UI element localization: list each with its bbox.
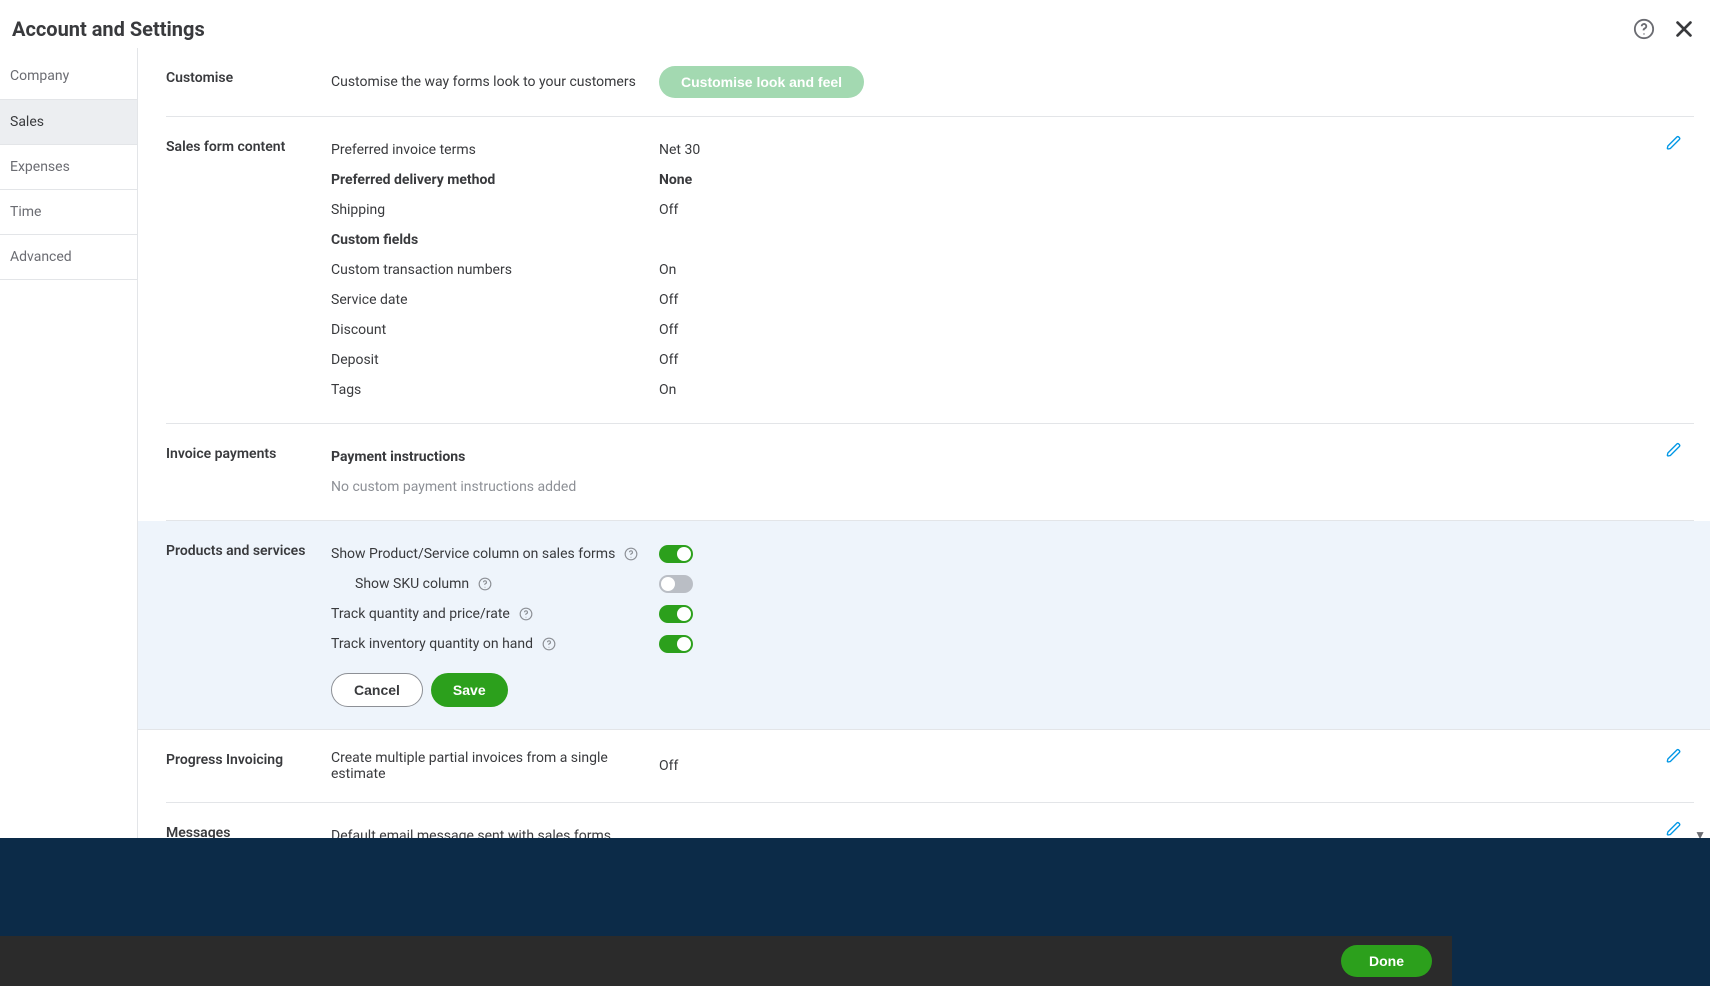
customise-look-button[interactable]: Customise look and feel xyxy=(659,66,864,98)
row-label: Create multiple partial invoices from a … xyxy=(331,750,659,782)
row-label: Tags xyxy=(331,382,659,398)
row-value: Off xyxy=(659,758,678,774)
section-title: Sales form content xyxy=(166,135,331,405)
cancel-button[interactable]: Cancel xyxy=(331,673,423,707)
section-products-services: Products and services Show Product/Servi… xyxy=(138,521,1710,730)
help-icon[interactable] xyxy=(1630,15,1658,43)
section-messages: Messages Default email message sent with… xyxy=(166,803,1694,838)
row-label: Show SKU column xyxy=(331,576,659,592)
row-value: Off xyxy=(659,202,678,218)
footer-bar: Done xyxy=(0,936,1452,986)
row-label: Discount xyxy=(331,322,659,338)
help-icon[interactable] xyxy=(623,546,639,562)
save-button[interactable]: Save xyxy=(431,673,508,707)
sidebar-item-sales[interactable]: Sales xyxy=(0,99,137,145)
row-value: Off xyxy=(659,352,678,368)
header: Account and Settings xyxy=(0,0,1710,48)
section-title: Progress Invoicing xyxy=(166,748,331,784)
payment-instructions-subtext: No custom payment instructions added xyxy=(331,479,576,495)
row-label: Track inventory quantity on hand xyxy=(331,636,659,652)
row-label: Preferred invoice terms xyxy=(331,142,659,158)
subheading-custom-fields: Custom fields xyxy=(331,232,659,248)
sidebar-item-company[interactable]: Company xyxy=(0,54,137,99)
section-customise: Customise Customise the way forms look t… xyxy=(166,48,1694,117)
row-label: Deposit xyxy=(331,352,659,368)
done-button[interactable]: Done xyxy=(1341,945,1432,977)
edit-icon[interactable] xyxy=(1664,746,1684,766)
toggle-track-qty[interactable] xyxy=(659,605,693,623)
toggle-show-product-column[interactable] xyxy=(659,545,693,563)
sidebar: Company Sales Expenses Time Advanced xyxy=(0,48,138,838)
row-label: Service date xyxy=(331,292,659,308)
row-label: Show Product/Service column on sales for… xyxy=(331,546,659,562)
row-value: Off xyxy=(659,292,678,308)
sidebar-item-time[interactable]: Time xyxy=(0,190,137,235)
payment-instructions-heading: Payment instructions xyxy=(331,449,659,465)
toggle-track-inventory[interactable] xyxy=(659,635,693,653)
row-label: Track quantity and price/rate xyxy=(331,606,659,622)
content-scroll[interactable]: Customise Customise the way forms look t… xyxy=(138,48,1710,838)
chevron-down-icon[interactable]: ▼ xyxy=(1694,828,1706,838)
section-title: Invoice payments xyxy=(166,442,331,502)
row-label: Preferred delivery method xyxy=(331,172,659,188)
section-invoice-payments: Invoice payments Payment instructions No… xyxy=(166,424,1694,521)
section-title: Customise xyxy=(166,66,331,98)
help-icon[interactable] xyxy=(477,576,493,592)
row-value: On xyxy=(659,382,676,398)
row-label: Default email message sent with sales fo… xyxy=(331,828,611,838)
row-label: Custom transaction numbers xyxy=(331,262,659,278)
page-title: Account and Settings xyxy=(12,17,205,41)
toggle-show-sku[interactable] xyxy=(659,575,693,593)
row-value: None xyxy=(659,172,692,188)
sidebar-item-expenses[interactable]: Expenses xyxy=(0,145,137,190)
customise-description: Customise the way forms look to your cus… xyxy=(331,74,659,90)
row-value: Net 30 xyxy=(659,142,700,158)
section-sales-form: Sales form content Preferred invoice ter… xyxy=(166,117,1694,424)
edit-icon[interactable] xyxy=(1664,819,1684,838)
edit-icon[interactable] xyxy=(1664,440,1684,460)
close-icon[interactable] xyxy=(1670,15,1698,43)
row-value: On xyxy=(659,262,676,278)
section-progress-invoicing: Progress Invoicing Create multiple parti… xyxy=(166,730,1694,803)
row-value: Off xyxy=(659,322,678,338)
row-label: Shipping xyxy=(331,202,659,218)
section-title: Messages xyxy=(166,821,331,838)
section-title: Products and services xyxy=(166,539,331,707)
help-icon[interactable] xyxy=(518,606,534,622)
help-icon[interactable] xyxy=(541,636,557,652)
sidebar-item-advanced[interactable]: Advanced xyxy=(0,235,137,280)
edit-icon[interactable] xyxy=(1664,133,1684,153)
